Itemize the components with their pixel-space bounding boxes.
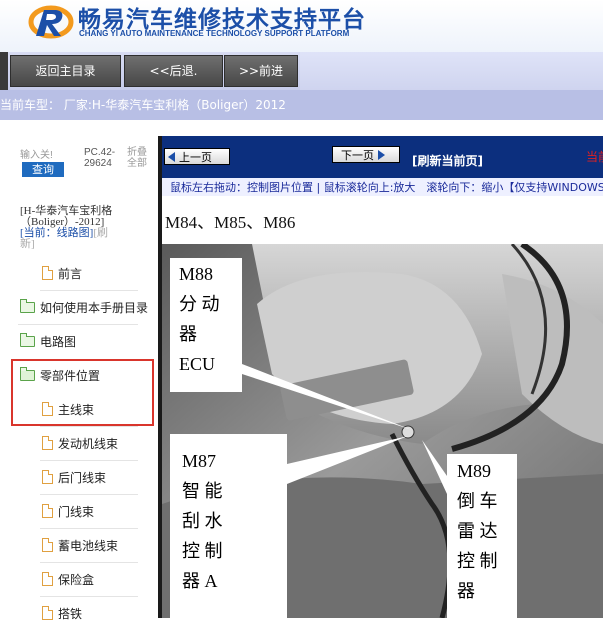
nav-bar-edge [0,52,8,90]
fold-all-link[interactable]: 全部 [127,158,147,169]
callout-m87: M87 智 能 刮 水 控 制 器 A [182,446,223,596]
tree-item-label: 前言 [58,266,83,281]
callout-line: 分 动 [179,294,220,314]
tree-item-label: 门线束 [58,504,95,519]
callout-line: 控 制 [182,541,223,561]
callout-line: 器 [179,324,197,344]
tree-item-ground[interactable]: 搭铁 [42,596,82,630]
current-page-label: 当前 [586,150,603,164]
callout-line: 智 能 [182,481,223,501]
nav-bar-fill [300,52,603,90]
page-icon [42,266,53,280]
callout-line: 控 制 [457,551,498,571]
app-header: 畅易汽车维修技术支持平台 CHANG YI AUTO MAINTENANCE T… [0,0,603,52]
prev-page-label: 上一页 [179,151,212,164]
next-page-label: 下一页 [341,149,374,162]
tree-item-label: 电路图 [40,334,77,349]
page-icon [42,470,53,484]
tree-item-rear-door-harness[interactable]: 后门线束 [42,460,106,494]
tree-item-label: 保险盒 [58,572,95,587]
tree-item-label: 如何使用本手册目录 [40,300,149,315]
tree-item-fuse-box[interactable]: 保险盒 [42,562,94,596]
part-number-2: 29624 [84,158,112,169]
tree-item-label: 搭铁 [58,606,83,621]
callout-line: 器 A [182,571,218,591]
arrow-left-icon [168,152,175,162]
page-icon [42,504,53,518]
page-icon [42,572,53,586]
page-icon [42,436,53,450]
component-photo[interactable] [162,244,603,618]
prev-page-button[interactable]: 上一页 [164,148,230,165]
document-viewer[interactable]: M84、M85、M86 M88 分 动 器 ECU M87 智 能 刮 水 控 … [162,196,603,618]
folder-icon [20,298,35,313]
part-number: PC.42- [84,147,116,158]
callout-line: M89 [457,461,492,481]
tree-item-engine-harness[interactable]: 发动机线束 [42,426,118,460]
next-page-button[interactable]: 下一页 [332,146,400,163]
tree-item-label: 发动机线束 [58,436,119,451]
tree-item-door-harness[interactable]: 门线束 [42,494,94,528]
nav-bar: 返回主目录 <<后退. >>前进 [0,52,603,90]
breadcrumb: [H-华泰汽车宝利格 （Boliger）-2012] [当前：线路图][刷 新] [20,206,112,250]
callout-line: M87 [182,451,217,471]
callout-line: 倒 车 [457,491,498,511]
query-button[interactable]: 查询 [22,162,64,177]
home-button[interactable]: 返回主目录 [10,55,121,87]
zoom-hint-bar: 鼠标左右拖动：控制图片位置 | 鼠标滚轮向上:放大 滚轮向下：缩小【仅支持WIN… [162,178,603,196]
folder-icon [20,332,35,347]
tree-item-label: 后门线束 [58,470,107,485]
callout-line: 器 [457,581,475,601]
callout-line: 刮 水 [182,511,223,531]
forward-button[interactable]: >>前进 [224,55,298,87]
breadcrumb-refresh-2[interactable]: 新] [20,239,112,250]
callout-line: 雷 达 [457,521,498,541]
refresh-page-link[interactable]: [刷新当前页] [412,152,483,169]
breadcrumb-refresh[interactable]: [刷 [93,227,108,239]
selection-highlight [11,359,154,426]
brand-subtitle: CHANG YI AUTO MAINTENANCE TECHNOLOGY SUP… [79,29,350,38]
fold-link[interactable]: 折叠 [127,147,147,158]
callout-m88: M88 分 动 器 ECU [179,259,220,379]
tree-item-preface[interactable]: 前言 [42,256,82,290]
tree-item-label: 蓄电池线束 [58,538,119,553]
arrow-right-icon [378,150,385,160]
cy-swoosh-logo [28,5,74,39]
callout-line: M88 [179,264,214,284]
zoom-hint-text: 鼠标左右拖动：控制图片位置 | 鼠标滚轮向上:放大 滚轮向下：缩小【仅支持WIN… [170,181,603,194]
tree-item-circuit-diagram[interactable]: 电路图 [20,324,76,358]
current-car-model: 当前车型： 厂家:H-华泰汽车宝利格（Boliger）2012 [0,98,286,112]
tree-item-battery-harness[interactable]: 蓄电池线束 [42,528,118,562]
search-input[interactable]: 输入关! [20,150,53,161]
page-icon [42,538,53,552]
back-button[interactable]: <<后退. [124,55,223,87]
figure-title: M84、M85、M86 [165,213,296,232]
callout-line: ECU [179,354,215,374]
callout-m89: M89 倒 车 雷 达 控 制 器 [457,456,498,606]
tree-item-how-to-use[interactable]: 如何使用本手册目录 [20,290,148,324]
